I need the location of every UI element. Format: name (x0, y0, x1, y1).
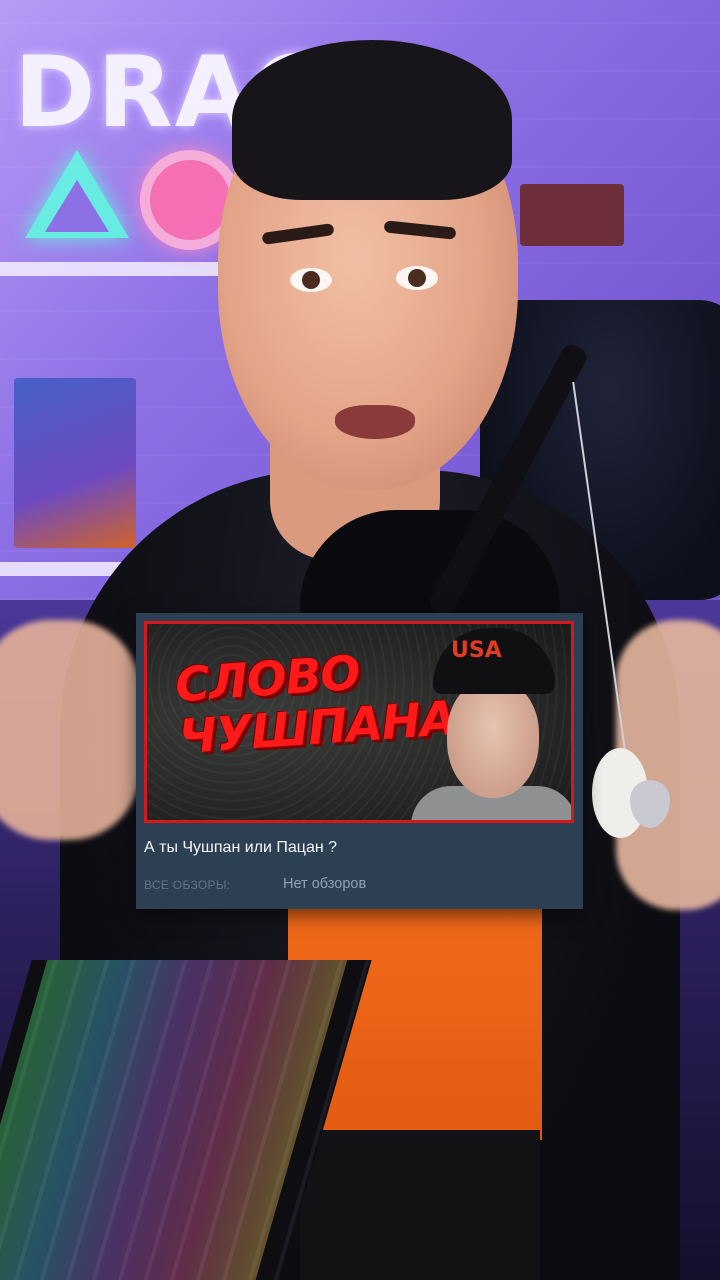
capsule-character: USA (411, 624, 571, 820)
shelf-cabinet (520, 184, 624, 246)
person-hair (232, 40, 512, 200)
mouth (335, 405, 415, 439)
left-hand (0, 620, 140, 840)
neon-triangle-inner (45, 180, 109, 232)
eye (396, 266, 438, 290)
all-reviews-value: Нет обзоров (283, 876, 367, 892)
wall-poster (14, 378, 136, 548)
shirt-print (300, 1130, 540, 1280)
all-reviews-label: ВСЕ ОБЗОРЫ: (144, 878, 231, 892)
game-name[interactable]: А ты Чушпан или Пацан ? (144, 839, 337, 857)
steam-game-card[interactable]: СЛОВО ЧУШПАНА USA А ты Чушпан или Пацан … (136, 613, 583, 909)
game-capsule-image[interactable]: СЛОВО ЧУШПАНА USA (144, 621, 574, 823)
cap-text: USA (451, 638, 502, 663)
eye (290, 268, 332, 292)
shelf (0, 262, 250, 276)
character-face (447, 680, 539, 798)
capsule-title: СЛОВО ЧУШПАНА (174, 644, 457, 766)
headphones (300, 510, 560, 630)
